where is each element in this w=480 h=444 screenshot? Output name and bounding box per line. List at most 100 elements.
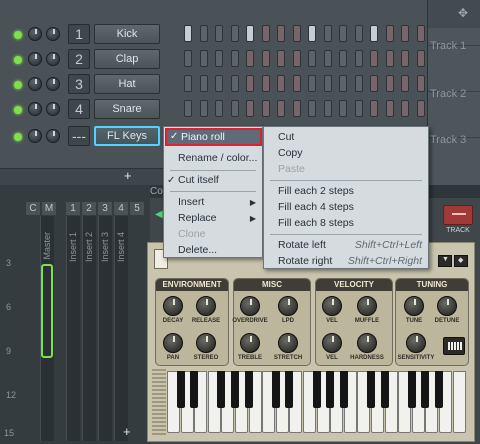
synth-knob[interactable] <box>240 296 260 316</box>
synth-knob[interactable] <box>404 296 424 316</box>
piano-black-key[interactable] <box>271 371 280 408</box>
step-button[interactable] <box>308 25 316 42</box>
synth-knob[interactable] <box>163 333 183 353</box>
step-button[interactable] <box>277 25 285 42</box>
channel-volume-knob[interactable] <box>28 77 42 91</box>
track-button[interactable]: TRACK <box>441 205 475 239</box>
step-button[interactable] <box>184 75 192 92</box>
step-button[interactable] <box>199 100 208 117</box>
mixer-tab[interactable]: M <box>42 202 56 215</box>
step-button[interactable] <box>230 75 239 92</box>
step-button[interactable] <box>215 25 223 42</box>
menu-item-piano-roll[interactable]: ✓ Piano roll <box>165 128 262 146</box>
step-button[interactable] <box>323 25 332 42</box>
step-button[interactable] <box>385 25 394 42</box>
step-button[interactable] <box>354 50 363 67</box>
channel-route-number[interactable]: --- <box>68 126 90 146</box>
step-button[interactable] <box>230 25 239 42</box>
step-button[interactable] <box>292 25 301 42</box>
menu-item-clone[interactable]: Clone <box>164 226 262 243</box>
step-button[interactable] <box>308 50 316 67</box>
step-button[interactable] <box>354 75 363 92</box>
synth-knob[interactable] <box>196 296 216 316</box>
step-button[interactable] <box>292 75 301 92</box>
step-button[interactable] <box>401 25 409 42</box>
step-button[interactable] <box>370 50 378 67</box>
mixer-tab[interactable]: C <box>26 202 40 215</box>
mixer-tab[interactable]: 1 <box>66 202 80 215</box>
step-button[interactable] <box>401 100 409 117</box>
mixer-tab[interactable]: 5 <box>130 202 144 215</box>
mixer-tab[interactable]: 2 <box>82 202 96 215</box>
step-button[interactable] <box>215 50 223 67</box>
track-3[interactable]: Track 3 <box>428 92 480 146</box>
menu-item-insert[interactable]: Insert ▶ <box>164 194 262 211</box>
step-button[interactable] <box>246 50 254 67</box>
step-button[interactable] <box>308 100 316 117</box>
preset-menu-button[interactable]: ◆ <box>454 255 468 267</box>
synth-knob[interactable] <box>278 296 298 316</box>
channel-route-number[interactable]: 1 <box>68 24 90 44</box>
channel-mute-led[interactable] <box>14 56 22 64</box>
step-button[interactable] <box>339 75 347 92</box>
channel-mute-led[interactable] <box>14 133 22 141</box>
channel-mute-led[interactable] <box>14 106 22 114</box>
channel-name-button[interactable]: Kick <box>94 24 160 44</box>
step-button[interactable] <box>416 75 425 92</box>
step-button[interactable] <box>277 75 285 92</box>
channel-volume-knob[interactable] <box>28 102 42 116</box>
channel-volume-knob[interactable] <box>28 52 42 66</box>
step-button[interactable] <box>184 100 192 117</box>
channel-route-number[interactable]: 4 <box>68 99 90 119</box>
step-button[interactable] <box>370 75 378 92</box>
step-button[interactable] <box>385 50 394 67</box>
channel-name-button[interactable]: Snare <box>94 99 160 119</box>
channel-pan-knob[interactable] <box>46 77 60 91</box>
synth-knob[interactable] <box>163 296 183 316</box>
menu-item-copy[interactable]: Copy <box>264 145 428 162</box>
synth-knob[interactable] <box>196 333 216 353</box>
piano-black-key[interactable] <box>367 371 375 408</box>
channel-pan-knob[interactable] <box>46 129 60 143</box>
step-button[interactable] <box>416 50 425 67</box>
menu-item-cut[interactable]: Cut <box>264 129 428 146</box>
piano-black-key[interactable] <box>380 371 389 408</box>
channel-volume-knob[interactable] <box>28 129 42 143</box>
step-button[interactable] <box>184 50 192 67</box>
step-button[interactable] <box>385 75 394 92</box>
channel-pan-knob[interactable] <box>46 102 60 116</box>
synth-knob[interactable] <box>322 333 342 353</box>
synth-knob[interactable] <box>437 296 457 316</box>
piano-black-key[interactable] <box>190 371 199 408</box>
menu-item-rotate-right[interactable]: Rotate right Shift+Ctrl+Right <box>264 253 428 270</box>
menu-item-fill-8[interactable]: Fill each 8 steps <box>264 215 428 232</box>
synth-knob[interactable] <box>278 333 298 353</box>
step-button[interactable] <box>370 100 378 117</box>
keyboard-icon[interactable] <box>443 337 465 355</box>
piano-black-key[interactable] <box>244 371 253 408</box>
step-button[interactable] <box>261 75 270 92</box>
step-button[interactable] <box>401 50 409 67</box>
channel-route-number[interactable]: 3 <box>68 74 90 94</box>
piano-black-key[interactable] <box>285 371 294 408</box>
piano-black-key[interactable] <box>326 371 335 408</box>
step-button[interactable] <box>215 75 223 92</box>
piano-black-key[interactable] <box>312 371 321 408</box>
step-button[interactable] <box>261 25 270 42</box>
synth-knob[interactable] <box>357 296 377 316</box>
piano-black-key[interactable] <box>231 371 239 408</box>
menu-item-delete[interactable]: Delete... <box>164 242 262 259</box>
step-button[interactable] <box>230 100 239 117</box>
step-button[interactable] <box>292 100 301 117</box>
menu-item-fill-4[interactable]: Fill each 4 steps <box>264 199 428 216</box>
step-button[interactable] <box>261 100 270 117</box>
channel-volume-knob[interactable] <box>28 27 42 41</box>
channel-name-button[interactable]: Hat <box>94 74 160 94</box>
piano-white-key[interactable] <box>452 371 466 433</box>
add-channel-button[interactable]: + <box>124 168 132 183</box>
menu-item-replace[interactable]: Replace ▶ <box>164 210 262 227</box>
step-button[interactable] <box>416 100 425 117</box>
mixer-tab[interactable]: 4 <box>114 202 128 215</box>
channel-route-number[interactable]: 2 <box>68 49 90 69</box>
piano-black-key[interactable] <box>407 371 416 408</box>
